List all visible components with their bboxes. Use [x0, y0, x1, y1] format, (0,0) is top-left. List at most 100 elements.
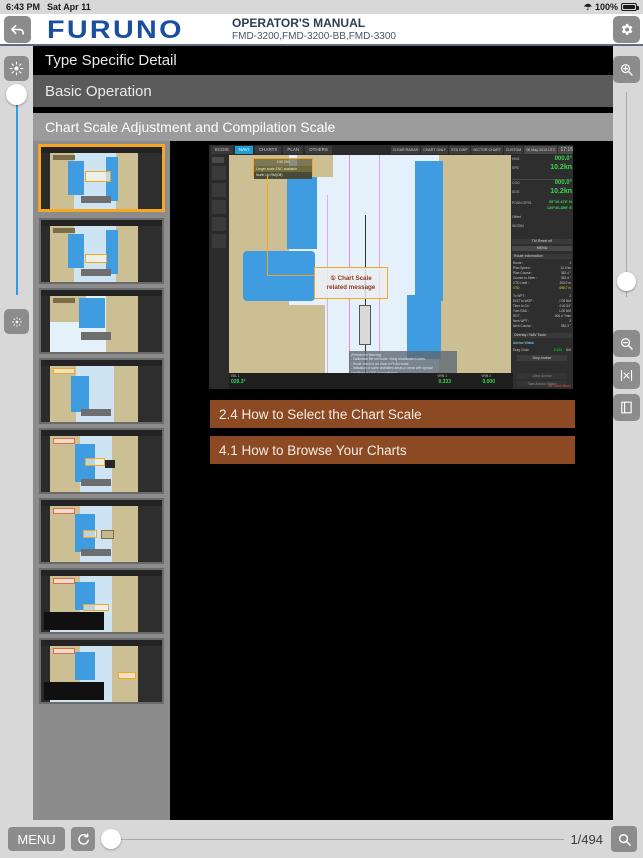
value-vrm1: 0.333	[438, 379, 451, 385]
ecdis-nav-panel: HDG 000.0° 10.2kn SPD COG 000.0° SOG 10.…	[511, 155, 573, 389]
rotate-icon[interactable]	[71, 827, 95, 851]
button-clear-anchor[interactable]: Clear Anchor	[517, 373, 567, 379]
page-scrubber[interactable]	[101, 827, 565, 851]
menu-button[interactable]: MENU	[8, 827, 65, 851]
button-drop-anchor[interactable]: Drop Anchor	[517, 355, 567, 361]
gear-icon[interactable]	[613, 16, 640, 43]
status-bar-right: ☂ 100%	[584, 2, 643, 12]
label-vrm2: VRM 2	[481, 374, 491, 378]
app-header: FURUNO OPERATOR'S MANUAL FMD-3200,FMD-32…	[0, 14, 643, 46]
link-label: 4.1 How to Browse Your Charts	[219, 442, 407, 458]
furuno-logo: FURUNO	[47, 16, 184, 44]
status-bar-left: 6:43 PM Sat Apr 11	[0, 2, 91, 12]
ios-status-bar: 6:43 PM Sat Apr 11 ☂ 100%	[0, 0, 643, 14]
chart-orientation: North Up RM(Off)	[254, 172, 312, 179]
brightness-high-icon[interactable]	[4, 56, 29, 81]
page-canvas[interactable]: ECDIS NAVI CHARTS PLAN OTHERS CLEAR RADA…	[170, 141, 613, 820]
route-info-rows: Route :1 Plan Speed :12.0 kn Plan Course…	[513, 261, 571, 329]
panel-menu[interactable]: MENU	[512, 246, 572, 251]
panel-tm-reset[interactable]: TM Reset off	[512, 239, 572, 244]
panel-route-information: Route Information	[512, 254, 572, 259]
list-item[interactable]	[38, 144, 165, 212]
label-drag-circle: Drag Circle	[513, 348, 529, 352]
brightness-slider-track[interactable]	[16, 105, 18, 295]
ecdis-tab-others[interactable]: OTHERS	[305, 146, 332, 154]
nav-value-sog: 10.2kn	[550, 188, 572, 195]
route-key: Next Course :	[513, 324, 533, 328]
chart-scale-box: 1:50,000 Larger scale ENC available Nort…	[253, 158, 313, 179]
bottom-toolbar: MENU 1/494	[0, 820, 643, 858]
callout-line-1: ① Chart Scale	[330, 275, 372, 282]
battery-percent: 100%	[594, 2, 618, 12]
section-header-chart-scale-adjustment: Chart Scale Adjustment and Compilation S…	[33, 113, 613, 141]
section-header-basic-operation: Basic Operation	[33, 75, 613, 107]
ecdis-map-canvas: 1:50,000 Larger scale ENC available Nort…	[229, 155, 513, 389]
nav-label-sog: SOG	[512, 190, 520, 194]
status-time: 6:43 PM	[6, 2, 41, 12]
ecdis-btn-clear-radar[interactable]: CLEAR RADAR	[390, 146, 421, 154]
ecdis-left-toolbar	[209, 155, 229, 389]
fit-width-icon[interactable]	[613, 362, 640, 389]
zoom-out-icon[interactable]	[613, 330, 640, 357]
ecdis-menu-bar: ECDIS NAVI CHARTS PLAN OTHERS CLEAR RADA…	[209, 145, 573, 155]
list-item[interactable]	[39, 218, 164, 284]
nav-value-lat: 35°10.476' N	[548, 199, 572, 204]
nav-label-hdg: HDG	[512, 157, 520, 161]
list-item[interactable]	[39, 288, 164, 354]
zoom-in-icon[interactable]	[613, 56, 640, 83]
ecdis-btn-chart-only[interactable]: CHART ONLY	[421, 146, 448, 154]
manual-models: FMD-3200,FMD-3200-BB,FMD-3300	[232, 31, 396, 42]
list-item[interactable]	[39, 358, 164, 424]
nav-label-offset: Offset	[512, 215, 521, 219]
value-vrm2: 0.000	[482, 379, 495, 385]
battery-full-icon	[621, 3, 639, 11]
route-key: XTD	[513, 286, 520, 290]
ecdis-tab-ecdis[interactable]: ECDIS	[211, 146, 233, 154]
search-icon[interactable]	[611, 826, 637, 852]
cross-reference-link-2-4[interactable]: 2.4 How to Select the Chart Scale	[210, 400, 575, 428]
nav-label-posn: POSN GPS1	[512, 201, 532, 205]
nav-label-cog: COG	[512, 181, 520, 185]
document-viewport[interactable]: Type Specific Detail Basic Operation Cha…	[33, 46, 613, 820]
page-indicator: 1/494	[570, 831, 603, 847]
chart-scale-callout: ① Chart Scale related message	[314, 267, 388, 299]
brightness-slider-knob[interactable]	[6, 84, 27, 105]
nav-label-datum: WGS84	[512, 224, 524, 228]
nav-value-cog: 000.0°	[554, 180, 572, 186]
wifi-icon: ☂	[583, 1, 592, 12]
nav-value-spd: 10.2kn	[550, 164, 572, 171]
brightness-low-icon[interactable]	[4, 309, 29, 334]
zoom-slider-track[interactable]	[626, 92, 627, 297]
alarm-text: Off Track Alarm	[547, 384, 571, 388]
unit-drag-circle: NM	[566, 348, 571, 352]
ecdis-btn-custom[interactable]: CUSTOM	[503, 146, 524, 154]
value-drag-circle[interactable]: 0.100	[553, 348, 563, 352]
ecdis-tab-navi[interactable]: NAVI	[234, 146, 253, 154]
thumbnail-rail[interactable]	[33, 141, 170, 820]
ecdis-time: 17:15	[558, 146, 573, 154]
zoom-slider-knob[interactable]	[617, 272, 636, 291]
back-button[interactable]	[4, 16, 31, 43]
route-val: 696.7 m	[559, 286, 571, 290]
nav-value-hdg: 000.0°	[554, 156, 572, 162]
status-date: Sat Apr 11	[47, 2, 91, 12]
ecdis-btn-std-disp[interactable]: STD DISP	[448, 146, 470, 154]
ecdis-tab-plan[interactable]: PLAN	[283, 146, 304, 154]
route-val: 352.3 °	[560, 324, 571, 328]
list-item[interactable]	[39, 498, 164, 564]
page-scrubber-track[interactable]	[111, 838, 565, 840]
ecdis-tab-charts[interactable]: CHARTS	[254, 146, 282, 154]
label-ebl1: EBL 1	[231, 374, 240, 378]
section-header-type-specific-detail: Type Specific Detail	[33, 46, 613, 75]
nav-label-spd: SPD	[512, 166, 519, 170]
cross-reference-link-4-1[interactable]: 4.1 How to Browse Your Charts	[210, 436, 575, 464]
page-layout-icon[interactable]	[613, 394, 640, 421]
ecdis-date: 06 May 2019 UTC	[524, 146, 558, 154]
panel-anchor-watch: Anchor Watch	[513, 341, 535, 345]
nav-value-lon: 139°46.899' E	[546, 205, 572, 210]
page-scrubber-knob[interactable]	[101, 829, 121, 849]
list-item[interactable]	[39, 638, 164, 704]
list-item[interactable]	[39, 568, 164, 634]
ecdis-btn-vector-chart[interactable]: VECTOR CHART	[470, 146, 503, 154]
list-item[interactable]	[39, 428, 164, 494]
